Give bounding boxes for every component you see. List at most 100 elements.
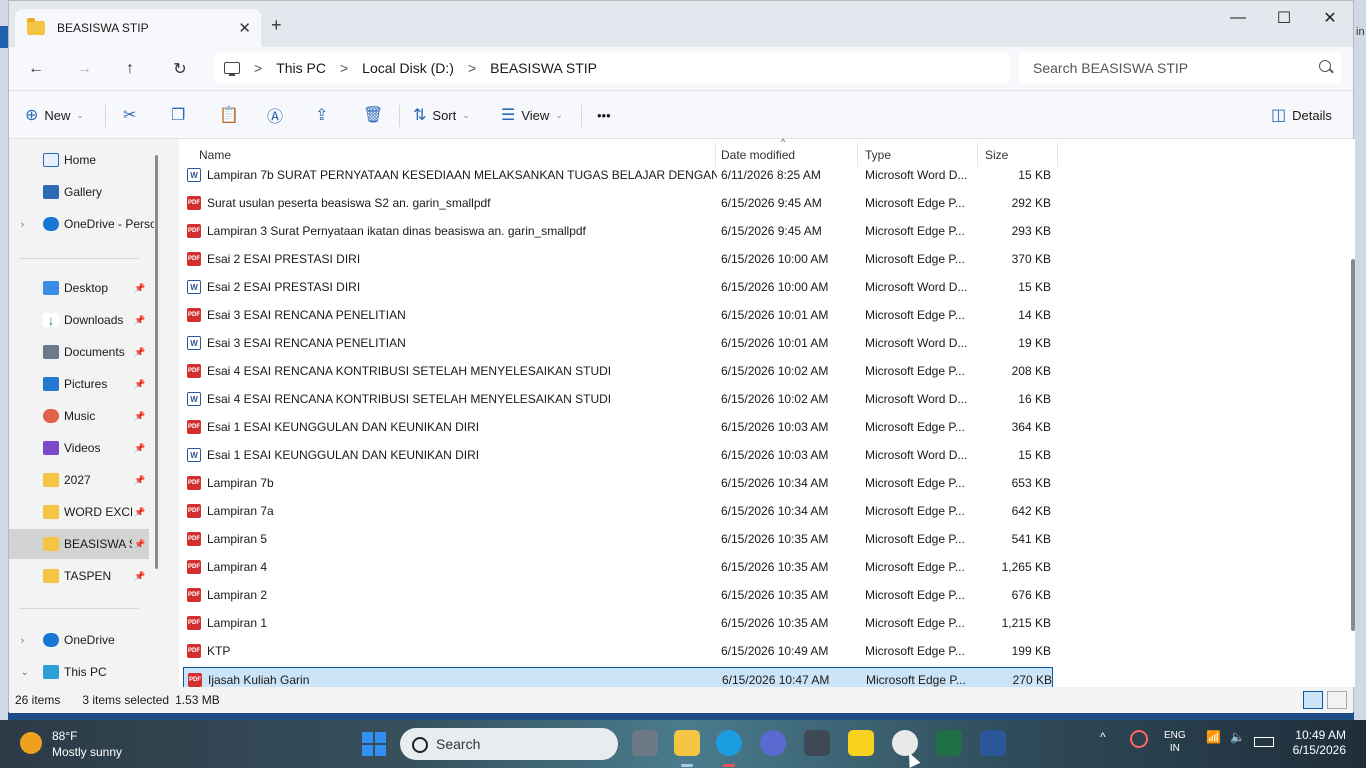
pin-icon[interactable]: 📌 [134,379,145,390]
sidebar-item-desktop[interactable]: Desktop 📌 [9,273,149,303]
search-icon[interactable] [1319,60,1331,72]
new-tab-button[interactable]: + [271,15,282,36]
copilot-icon[interactable] [760,730,786,756]
file-row[interactable]: W Lampiran 7b SURAT PERNYATAAN KESEDIAAN … [183,163,1053,187]
sidebar-item-onedrive-personal[interactable]: › OneDrive - Perso [9,209,154,239]
file-row[interactable]: W Esai 3 ESAI RENCANA PENELITIAN 6/15/2026… [183,331,1053,355]
file-row[interactable]: W Esai 2 ESAI PRESTASI DIRI 6/15/2026 10:0… [183,275,1053,299]
sidebar-item-taspen[interactable]: TASPEN 📌 [9,561,149,591]
sidebar-item-music[interactable]: Music 📌 [9,401,149,431]
sort-button[interactable]: ⇅ Sort ⌄ [413,103,470,127]
volume-icon[interactable]: 🔈 [1230,730,1245,744]
pin-icon[interactable]: 📌 [134,411,145,422]
breadcrumb-separator[interactable]: > [468,60,476,76]
back-button[interactable]: ← [21,55,51,83]
wifi-icon[interactable]: 📶 [1206,730,1221,744]
details-button[interactable]: ◫ Details [1271,103,1332,127]
file-row[interactable]: PDF KTP 6/15/2026 10:49 AM Microsoft Edge P… [183,639,1053,663]
breadcrumb-this-pc[interactable]: This PC [276,60,326,76]
taskbar-search[interactable]: Search [400,728,618,760]
new-button[interactable]: ⊕ New ⌄ [25,103,84,127]
file-explorer-icon[interactable] [674,730,700,756]
breadcrumb-beasiswa-stip[interactable]: BEASISWA STIP [490,60,597,76]
camera-icon[interactable] [804,730,830,756]
pin-icon[interactable]: 📌 [134,571,145,582]
pin-icon[interactable]: 📌 [134,475,145,486]
up-button[interactable]: ↑ [115,55,145,83]
file-row[interactable]: PDF Esai 4 ESAI RENCANA KONTRIBUSI SETELA… [183,359,1053,383]
share-icon: ⇪ [315,107,329,124]
breadcrumb-separator[interactable]: > [254,60,262,76]
sidebar-item-downloads[interactable]: ↓ Downloads 📌 [9,305,149,335]
paste-button[interactable]: 📋 [219,103,245,127]
file-row[interactable]: W Esai 1 ESAI KEUNGGULAN DAN KEUNIKAN DIR… [183,443,1053,467]
clock[interactable]: 10:49 AM 6/15/2026 [1282,728,1346,758]
column-divider[interactable] [1057,143,1058,167]
share-button[interactable]: ⇪ [315,103,334,127]
copy-button[interactable]: ❐ [171,103,191,127]
forward-button[interactable]: → [69,55,99,83]
details-view-button[interactable] [1303,691,1323,709]
file-row[interactable]: PDF Esai 3 ESAI RENCANA PENELITIAN 6/15/20… [183,303,1053,327]
sidebar-scrollbar[interactable] [155,155,158,569]
sidebar-item-pictures[interactable]: Pictures 📌 [9,369,149,399]
pin-icon[interactable]: 📌 [134,539,145,550]
sidebar-item-this-pc[interactable]: ⌄ This PC [9,657,149,687]
start-button[interactable] [362,732,386,756]
address-bar[interactable]: > This PC > Local Disk (D:) > BEASISWA S… [214,52,1010,84]
file-row[interactable]: PDF Lampiran 5 6/15/2026 10:35 AM Microsoft… [183,527,1053,551]
pin-icon[interactable]: 📌 [134,507,145,518]
sidebar-item-videos[interactable]: Videos 📌 [9,433,149,463]
pin-icon[interactable]: 📌 [134,443,145,454]
file-list-scrollbar[interactable] [1351,259,1355,631]
sidebar-item-beasiswa-stip[interactable]: BEASISWA STIP 📌 [9,529,149,559]
pin-icon[interactable]: 📌 [134,347,145,358]
file-row[interactable]: PDF Esai 1 ESAI KEUNGGULAN DAN KEUNIKAN D… [183,415,1053,439]
search-input[interactable]: Search BEASISWA STIP [1019,52,1341,84]
tray-overflow-icon[interactable]: ^ [1100,730,1106,744]
tab-beasiswa-stip[interactable]: BEASISWA STIP ✕ [15,9,261,47]
edge-icon[interactable] [716,730,742,756]
item-count: 26 items [15,693,61,707]
close-button[interactable]: ✕ [1307,1,1353,35]
file-row[interactable]: PDF Lampiran 4 6/15/2026 10:35 AM Microsoft… [183,555,1053,579]
sidebar-item-2027[interactable]: 2027 📌 [9,465,149,495]
tab-close-icon[interactable]: ✕ [238,19,251,37]
language-indicator[interactable]: ENG IN [1164,729,1186,755]
file-row[interactable]: W Esai 4 ESAI RENCANA KONTRIBUSI SETELAH … [183,387,1053,411]
file-row[interactable]: PDF Esai 2 ESAI PRESTASI DIRI 6/15/2026 10… [183,247,1053,271]
view-button[interactable]: ☰ View ⌄ [501,103,563,127]
pin-icon[interactable]: 📌 [134,283,145,294]
sidebar-item-word-excel[interactable]: WORD EXCEL 📌 [9,497,149,527]
cut-button[interactable]: ✂ [123,103,142,127]
delete-button[interactable]: 🗑 [363,103,389,127]
sidebar-item-home[interactable]: Home [9,145,149,175]
expand-chevron-icon[interactable]: › [21,219,24,229]
excel-icon[interactable] [936,730,962,756]
refresh-button[interactable]: ↻ [165,55,195,83]
sidebar-item-documents[interactable]: Documents 📌 [9,337,149,367]
file-row[interactable]: PDF Lampiran 7b 6/15/2026 10:34 AM Microsof… [183,471,1053,495]
maximize-button[interactable]: ☐ [1261,1,1307,35]
task-view-icon[interactable] [632,730,658,756]
battery-icon[interactable] [1254,737,1274,747]
expand-chevron-icon[interactable]: › [21,635,24,645]
file-row[interactable]: PDF Lampiran 7a 6/15/2026 10:34 AM Microsof… [183,499,1053,523]
breadcrumb-separator[interactable]: > [340,60,348,76]
file-row[interactable]: PDF Lampiran 2 6/15/2026 10:35 AM Microsoft… [183,583,1053,607]
tiles-view-button[interactable] [1327,691,1347,709]
sticky-notes-icon[interactable] [848,730,874,756]
sidebar-item-gallery[interactable]: Gallery [9,177,149,207]
rename-button[interactable]: Ⓐ [267,103,289,127]
pin-icon[interactable]: 📌 [134,315,145,326]
more-options-button[interactable]: ••• [597,103,611,127]
breadcrumb-local-disk[interactable]: Local Disk (D:) [362,60,454,76]
minimize-button[interactable]: — [1215,1,1261,35]
sync-icon[interactable] [1130,730,1148,748]
word-icon[interactable] [980,730,1006,756]
file-row[interactable]: PDF Lampiran 1 6/15/2026 10:35 AM Microsoft… [183,611,1053,635]
sidebar-item-onedrive[interactable]: › OneDrive [9,625,149,655]
file-row[interactable]: PDF Surat usulan peserta beasiswa S2 an. … [183,191,1053,215]
collapse-chevron-icon[interactable]: ⌄ [21,667,29,678]
file-row[interactable]: PDF Lampiran 3 Surat Pernyataan ikatan di… [183,219,1053,243]
